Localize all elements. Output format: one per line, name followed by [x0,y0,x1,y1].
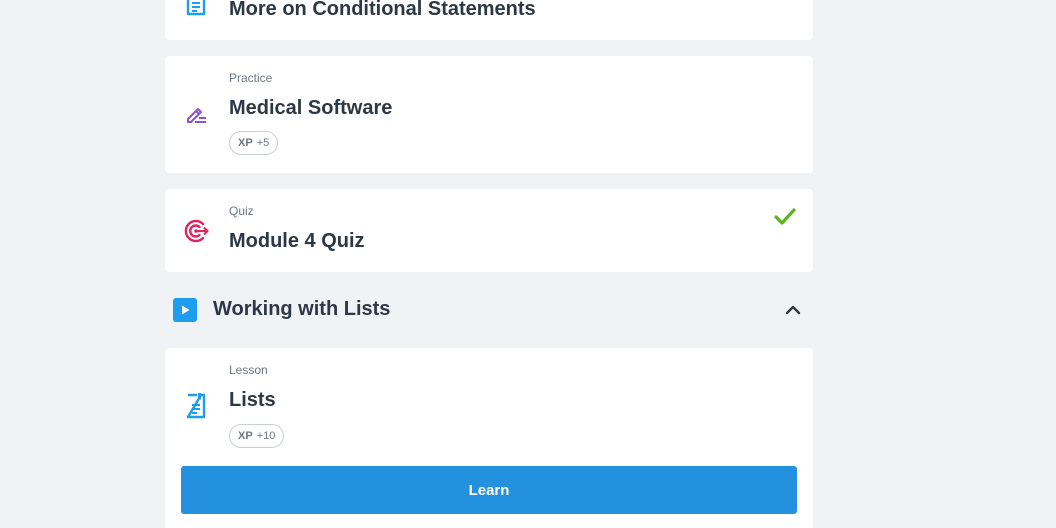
lesson-card-lists[interactable]: Lesson Lists XP +10 Learn [165,348,813,528]
lesson-title: More on Conditional Statements [229,0,536,20]
lesson-title: Lists [229,389,276,411]
item-type-label: Lesson [229,363,268,377]
quiz-title: Module 4 Quiz [229,230,365,252]
lesson-card-conditional[interactable]: More on Conditional Statements [165,0,813,40]
lesson-doc-icon [183,393,209,419]
item-type-label: Quiz [229,204,254,218]
target-icon [183,218,209,244]
xp-badge: XP +10 [229,424,285,448]
section-title: Working with Lists [213,298,391,320]
quiz-card-module-4[interactable]: Quiz Module 4 Quiz [165,189,813,272]
practice-card-medical-software[interactable]: Practice Medical Software XP +5 [165,56,813,173]
play-icon [173,298,197,322]
practice-title: Medical Software [229,97,393,119]
chevron-up-icon[interactable] [781,298,805,322]
xp-value: +10 [256,430,276,442]
xp-badge: XP +5 [229,131,279,155]
item-type-label: Practice [229,71,273,85]
xp-label: XP [238,137,253,149]
course-module-list: More on Conditional Statements Practice … [0,0,1056,528]
xp-label: XP [238,430,253,442]
lesson-doc-icon [183,0,209,16]
section-header-working-with-lists[interactable]: Working with Lists [165,288,813,332]
learn-button[interactable]: Learn [181,466,797,514]
completed-check-icon [773,205,797,229]
pencil-icon [183,101,209,127]
xp-value: +5 [256,137,270,149]
